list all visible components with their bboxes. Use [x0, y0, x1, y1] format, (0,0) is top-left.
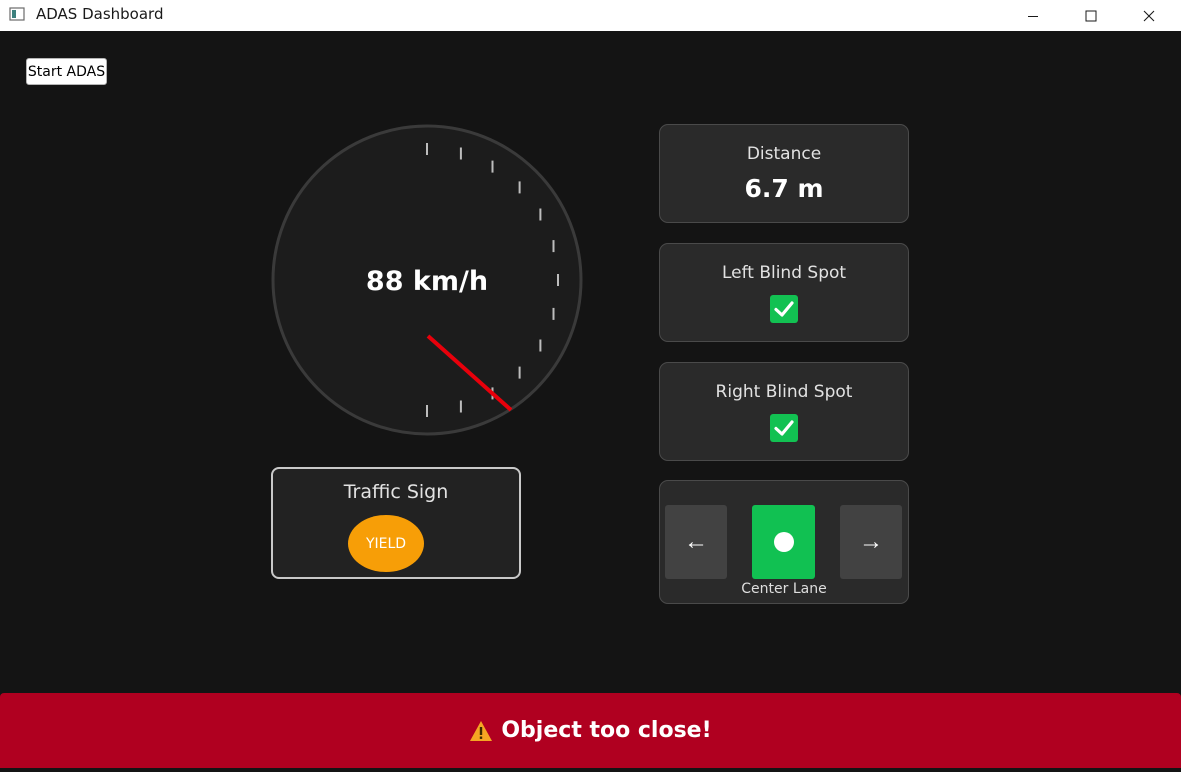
yield-sign: YIELD: [348, 515, 424, 572]
lane-left-button[interactable]: ←: [665, 505, 727, 579]
checkmark-icon: [774, 301, 794, 317]
center-lane-indicator: [752, 505, 815, 579]
start-adas-button[interactable]: Start ADAS: [26, 58, 107, 85]
warning-icon: [470, 720, 493, 741]
maximize-icon: [1085, 10, 1097, 21]
close-icon: [1143, 10, 1155, 21]
dashboard-area: [0, 31, 1181, 772]
app-icon: [9, 7, 25, 21]
lane-label: Center Lane: [741, 581, 827, 597]
traffic-sign-panel: Traffic Sign YIELD: [271, 467, 521, 579]
maximize-button[interactable]: [1062, 0, 1120, 31]
minimize-button[interactable]: [1004, 0, 1062, 31]
alert-banner: Object too close!: [0, 693, 1181, 768]
minimize-icon: [1028, 15, 1038, 17]
lane-position-dot: [773, 532, 794, 552]
window-title: ADAS Dashboard: [36, 5, 164, 23]
left-blind-spot-card: Left Blind Spot: [659, 243, 909, 342]
traffic-sign-title: Traffic Sign: [343, 481, 449, 503]
left-blind-spot-title: Left Blind Spot: [721, 263, 847, 283]
lane-right-button[interactable]: →: [840, 505, 902, 579]
speedometer: 88 km/h: [271, 124, 583, 436]
right-blind-spot-checkbox[interactable]: [770, 414, 798, 442]
lane-panel: ← → Center Lane: [659, 480, 909, 604]
checkmark-icon: [774, 420, 794, 436]
distance-title: Distance: [746, 144, 822, 164]
alert-message: Object too close!: [501, 718, 712, 743]
right-blind-spot-card: Right Blind Spot: [659, 362, 909, 461]
right-blind-spot-title: Right Blind Spot: [715, 382, 853, 402]
speed-readout: 88 km/h: [366, 266, 488, 297]
left-blind-spot-checkbox[interactable]: [770, 295, 798, 323]
close-button[interactable]: [1120, 0, 1178, 31]
distance-card: Distance 6.7 m: [659, 124, 909, 223]
window-titlebar: ADAS Dashboard: [0, 0, 1181, 31]
distance-value: 6.7 m: [744, 174, 824, 203]
